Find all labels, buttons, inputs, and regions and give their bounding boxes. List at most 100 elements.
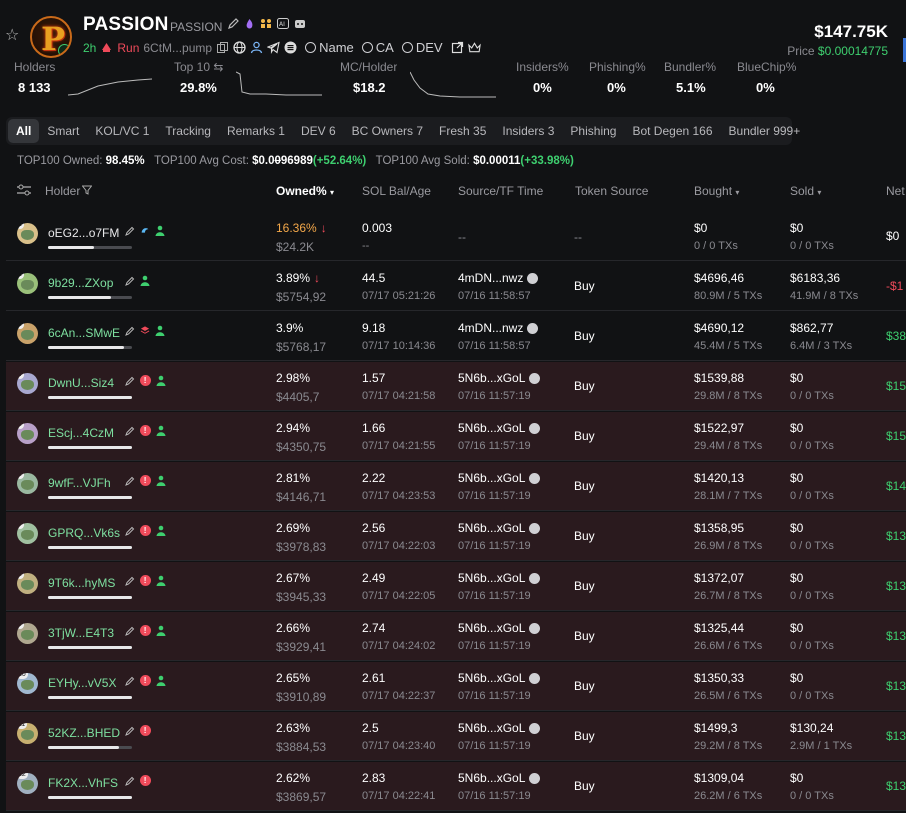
search-dev-button[interactable]: DEV [401,40,443,55]
holder-address[interactable]: EScj...4CzM [48,426,114,440]
table-row[interactable]: 1 oEG2...o7FM 16.36% ↓ $24.2K 0.003 -- -- -- $0 0 … [6,212,906,261]
stat-insiders: Insiders% 0% [516,60,569,95]
holder-address[interactable]: DwnU...Siz4 [48,376,114,390]
col-source-tf-time[interactable]: Source/TF Time [458,184,543,198]
telegram-icon[interactable] [267,41,280,54]
tab-dev[interactable]: DEV 6 [293,119,344,143]
funding-time: 07/16 11:57:19 [458,490,531,502]
col-holder[interactable]: Holder [45,184,93,198]
table-row[interactable]: 6 9wfF...VJFh! 2.81% $4146,71 2.22 07/17 04:2… [6,462,906,511]
funding-source[interactable]: 4mDN...nwz [458,271,539,285]
edit-remark-icon[interactable] [124,526,135,536]
table-row[interactable]: 9 3TjW...E4T3! 2.66% $3929,41 2.74 07/17 04:2… [6,612,906,661]
table-row[interactable]: 10 EYHy...vV5X! 2.65% $3910,89 2.61 07/17 04:… [6,662,906,711]
holder-address[interactable]: GPRQ...Vk6s [48,526,120,540]
tab-smart[interactable]: Smart [39,119,87,143]
edit-remark-icon[interactable] [124,276,135,286]
settings-sliders-icon[interactable] [17,184,31,196]
contract-address[interactable]: 6CtM...pump [143,41,212,55]
sold-usd: $0 [790,221,804,235]
tab-tracking[interactable]: Tracking [157,119,219,143]
edit-remark-icon[interactable] [124,476,135,486]
table-row[interactable]: 5 EScj...4CzM! 2.94% $4350,75 1.66 07/17 04:2… [6,412,906,461]
table-row[interactable]: 4 DwnU...Siz4! 2.98% $4405,7 1.57 07/17 04:21… [6,362,906,411]
col-net[interactable]: Net [886,184,905,198]
edit-remark-icon[interactable] [124,776,135,786]
holder-address[interactable]: 9b29...ZXop [48,276,113,290]
funding-source[interactable]: 5N6b...xGoL [458,771,541,785]
edit-remark-icon[interactable] [124,326,135,336]
holder-address[interactable]: 6cAn...SMwE [48,326,120,340]
holder-address[interactable]: 3TjW...E4T3 [48,626,114,640]
globe-icon[interactable] [233,41,246,54]
token-source: Buy [574,279,595,293]
edit-icon[interactable] [228,18,239,29]
table-row[interactable]: 2 9b29...ZXop 3.89% ↓ $5754,92 44.5 07/17 05:2… [6,262,906,311]
net-pnl: $13 [886,529,906,543]
token-source: Buy [574,329,595,343]
crown-icon[interactable] [467,41,481,54]
user-icon[interactable] [250,41,263,54]
funding-source[interactable]: 5N6b...xGoL [458,421,541,435]
rank-badge: 11 [17,723,28,729]
sol-balance: 0.003 [362,221,393,235]
funding-source[interactable]: 4mDN...nwz [458,321,539,335]
funding-source[interactable]: 5N6b...xGoL [458,671,541,685]
table-row[interactable]: 11 52KZ...BHED! 2.63% $3884,53 2.5 07/17 04:2… [6,712,906,761]
star-icon[interactable]: ☆ [5,28,21,44]
funding-source[interactable]: 5N6b...xGoL [458,721,541,735]
tab-bundler[interactable]: Bundler 999+ [721,119,809,143]
col-sold[interactable]: Sold ▾ [790,184,821,198]
table-row[interactable]: 12 FK2X...VhFS! 2.62% $3869,57 2.83 07/17 04:… [6,762,906,811]
user-icon [140,275,150,286]
tab-phishing[interactable]: Phishing [562,119,624,143]
holder-address[interactable]: 9T6k...hyMS [48,576,115,590]
holding-bar-fill [48,346,124,349]
col-token-source[interactable]: Token Source [575,184,648,198]
bot-icon[interactable] [294,18,306,29]
col-sol-bal-age[interactable]: SOL Bal/Age [362,184,431,198]
tab-remarks[interactable]: Remarks 1 [219,119,293,143]
holder-address[interactable]: 52KZ...BHED [48,726,120,740]
external-link-icon[interactable] [451,41,464,54]
tab-all[interactable]: All [8,119,40,143]
search-ca-button[interactable]: CA [361,40,394,55]
edit-remark-icon[interactable] [124,426,135,436]
holder-address[interactable]: 9wfF...VJFh [48,476,111,490]
edit-remark-icon[interactable] [124,676,135,686]
funding-source[interactable]: 5N6b...xGoL [458,371,541,385]
filter-icon[interactable] [81,185,93,195]
holder-address[interactable]: oEG2...o7FM [48,226,119,240]
copy-icon[interactable] [216,41,229,54]
funding-source[interactable]: 5N6b...xGoL [458,571,541,585]
ai-icon[interactable]: AI [277,18,289,29]
table-row[interactable]: 7 GPRQ...Vk6s! 2.69% $3978,83 2.56 07/17 04:2… [6,512,906,561]
edit-remark-icon[interactable] [124,726,135,736]
group-icon[interactable] [260,18,272,29]
funding-source[interactable]: 5N6b...xGoL [458,621,541,635]
funding-source[interactable]: 5N6b...xGoL [458,521,541,535]
edit-remark-icon[interactable] [124,576,135,586]
alert-icon: ! [139,475,151,486]
edit-remark-icon[interactable] [124,626,135,636]
holding-bar [48,446,132,449]
sol-balance: 1.66 [362,421,386,435]
edit-remark-icon[interactable] [124,226,135,236]
tab-bot-degen[interactable]: Bot Degen 166 [624,119,720,143]
table-row[interactable]: 8 9T6k...hyMS! 2.67% $3945,33 2.49 07/17 04:2… [6,562,906,611]
holder-address[interactable]: EYHy...vV5X [48,676,116,690]
funding-source[interactable]: 5N6b...xGoL [458,471,541,485]
search-name-button[interactable]: Name [305,40,354,55]
list-circle-icon[interactable] [284,41,297,54]
col-bought[interactable]: Bought ▾ [694,184,739,198]
tab-insiders[interactable]: Insiders 3 [494,119,562,143]
col-owned[interactable]: Owned% ▾ [276,184,334,198]
token-source: Buy [574,679,595,693]
edit-remark-icon[interactable] [124,376,135,386]
owned-percent: 2.62% [276,771,311,785]
tab-kol-vc[interactable]: KOL/VC 1 [87,119,157,143]
holder-address[interactable]: FK2X...VhFS [48,776,118,790]
tab-fresh[interactable]: Fresh 35 [431,119,494,143]
tab-bc-owners[interactable]: BC Owners 7 [344,119,431,143]
table-row[interactable]: 3 6cAn...SMwE 3.9% $5768,17 9.18 07/17 10:14:… [6,312,906,361]
